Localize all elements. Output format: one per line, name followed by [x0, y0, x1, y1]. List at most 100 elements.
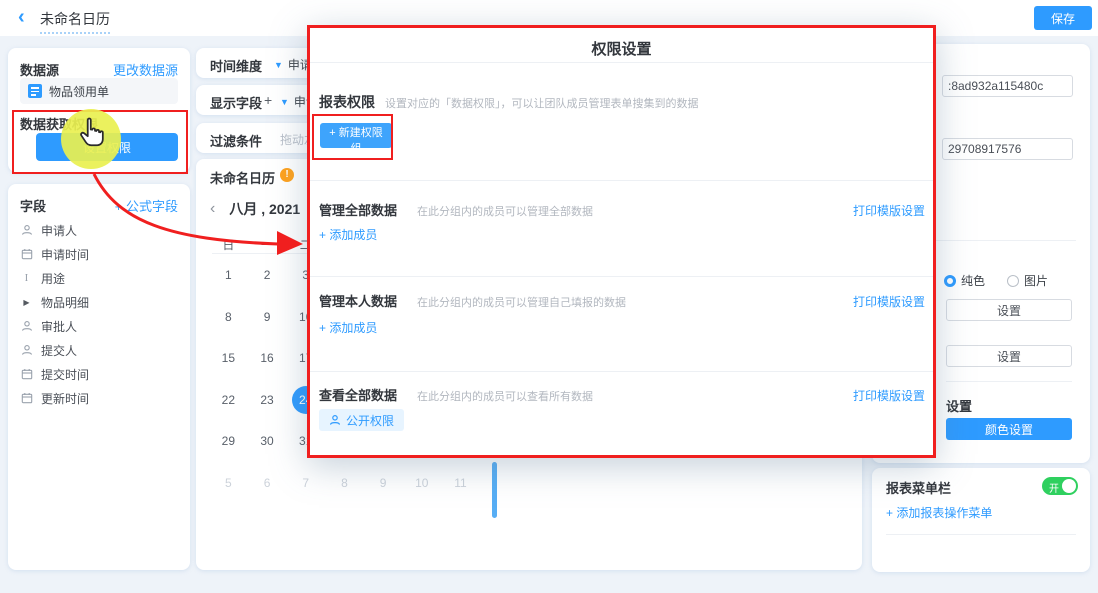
calendar-icon — [20, 248, 33, 260]
setting-button-1[interactable]: 设置 — [946, 299, 1072, 321]
field-item[interactable]: ▶ 物品明细 — [20, 290, 178, 314]
calendar-day-cell[interactable]: 22 — [209, 393, 248, 407]
field-label: 申请人 — [41, 222, 77, 239]
report-permission-title: 报表权限 — [319, 92, 375, 112]
radio-solid-label: 纯色 — [961, 272, 985, 289]
warning-icon: ! — [280, 168, 294, 182]
add-display-field-icon[interactable]: + — [264, 92, 272, 108]
field-label: 提交人 — [41, 342, 77, 359]
group-desc: 在此分组内的成员可以管理全部数据 — [417, 203, 593, 219]
datasource-item[interactable]: 物品领用单 — [20, 78, 178, 104]
calendar-icon — [20, 392, 33, 404]
change-datasource-link[interactable]: 更改数据源 — [113, 60, 178, 79]
user-icon — [20, 224, 33, 236]
field-label: 提交时间 — [41, 366, 89, 383]
calendar-day-cell[interactable]: 9 — [364, 476, 403, 490]
print-template-link[interactable]: 打印模版设置 — [853, 387, 925, 404]
field-label: 申请时间 — [41, 246, 89, 263]
radio-image-label: 图片 — [1024, 272, 1048, 289]
radio-solid-color[interactable]: 纯色 — [944, 272, 985, 289]
add-member-link[interactable]: + 添加成员 — [319, 226, 377, 243]
field-item[interactable]: 申请时间 — [20, 242, 178, 266]
display-fields-label: 显示字段 — [210, 93, 262, 112]
field-item[interactable]: 提交时间 — [20, 362, 178, 386]
field-item[interactable]: 审批人 — [20, 314, 178, 338]
print-template-link[interactable]: 打印模版设置 — [853, 202, 925, 219]
group-title: 管理本人数据 — [319, 291, 397, 310]
calendar-day-cell[interactable]: 11 — [441, 476, 480, 490]
id-field-2[interactable] — [942, 138, 1073, 160]
calendar-day-cell[interactable]: 29 — [209, 434, 248, 448]
radio-image[interactable]: 图片 — [1007, 272, 1048, 289]
subform-icon: ▶ — [20, 298, 33, 307]
report-menu-panel: 报表菜单栏 开 + 添加报表操作菜单 — [872, 468, 1090, 572]
field-item[interactable]: I用途 — [20, 266, 178, 290]
calendar-day-cell[interactable]: 2 — [248, 268, 287, 282]
add-report-menu-link[interactable]: + 添加报表操作菜单 — [886, 504, 992, 521]
group-title: 管理全部数据 — [319, 200, 397, 219]
calendar-day-cell[interactable]: 16 — [248, 351, 287, 365]
toggle-knob — [1062, 479, 1076, 493]
calendar-day-cell[interactable]: 5 — [209, 476, 248, 490]
field-list: 申请人申请时间 I用途 ▶ 物品明细审批人提交人提交时间更新时间 — [20, 218, 178, 410]
group-desc: 在此分组内的成员可以查看所有数据 — [417, 388, 593, 404]
toggle-on-label: 开 — [1049, 480, 1059, 495]
field-label: 更新时间 — [41, 390, 89, 407]
page-title[interactable]: 未命名日历 — [40, 9, 110, 34]
back-icon[interactable]: ‹ — [18, 6, 25, 29]
calendar-day-cell[interactable]: 8 — [209, 310, 248, 324]
chevron-down-icon: ▼ — [280, 97, 289, 107]
prev-month-icon[interactable]: ‹ — [210, 200, 215, 218]
group-desc: 在此分组内的成员可以管理自己填报的数据 — [417, 294, 626, 310]
permission-settings-modal: 权限设置 报表权限 设置对应的「数据权限」，可以让团队成员管理表单搜集到的数据 … — [307, 25, 936, 458]
save-button[interactable]: 保存 — [1034, 6, 1092, 30]
calendar-day-cell[interactable]: 6 — [248, 476, 287, 490]
scrollbar-thumb[interactable] — [492, 462, 497, 518]
calendar-day-cell[interactable]: 10 — [402, 476, 441, 490]
set-permission-button[interactable]: 设置权限 — [36, 133, 178, 161]
add-formula-field-link[interactable]: + 公式字段 — [115, 196, 178, 215]
public-permission-chip[interactable]: 公开权限 — [319, 409, 404, 431]
id-field-1[interactable] — [942, 75, 1073, 97]
calendar-day-cell[interactable]: 9 — [248, 310, 287, 324]
report-menu-title: 报表菜单栏 — [886, 478, 951, 497]
color-setting-button[interactable]: 颜色设置 — [946, 418, 1072, 440]
report-menu-toggle[interactable]: 开 — [1042, 477, 1078, 495]
weekday-label: 日 — [209, 236, 248, 253]
report-permission-desc: 设置对应的「数据权限」，可以让团队成员管理表单搜集到的数据 — [385, 95, 699, 111]
field-item[interactable]: 更新时间 — [20, 386, 178, 410]
user-icon — [20, 344, 33, 356]
calendar-icon — [20, 368, 33, 380]
weekday-label: 一 — [248, 236, 287, 253]
fields-title: 字段 — [20, 196, 46, 215]
modal-title: 权限设置 — [310, 38, 933, 59]
data-permission-title: 数据获取权限 — [20, 114, 98, 133]
field-item[interactable]: 申请人 — [20, 218, 178, 242]
background-type-radios: 纯色 图片 — [944, 272, 1048, 289]
fields-panel: 字段 + 公式字段 申请人申请时间 I用途 ▶ 物品明细审批人提交人提交时间更新时间 — [8, 184, 190, 570]
calendar-day-cell[interactable]: 8 — [325, 476, 364, 490]
calendar-title: 未命名日历 — [210, 168, 275, 187]
calendar-week-row: 567891011 — [209, 476, 480, 490]
calendar-day-cell[interactable]: 7 — [286, 476, 325, 490]
setting-section-label: 设置 — [946, 396, 972, 415]
chevron-down-icon: ▼ — [274, 60, 283, 70]
field-item[interactable]: 提交人 — [20, 338, 178, 362]
calendar-day-cell[interactable]: 15 — [209, 351, 248, 365]
text-icon: I — [20, 272, 33, 284]
calendar-day-cell[interactable]: 30 — [248, 434, 287, 448]
field-label: 物品明细 — [41, 294, 89, 311]
calendar-day-cell[interactable]: 1 — [209, 268, 248, 282]
page: ‹ 未命名日历 保存 数据源 更改数据源 物品领用单 数据获取权限 设置权限 字… — [0, 0, 1098, 593]
form-doc-icon — [28, 84, 42, 98]
setting-button-2[interactable]: 设置 — [946, 345, 1072, 367]
radio-unselected-icon — [1007, 275, 1019, 287]
print-template-link[interactable]: 打印模版设置 — [853, 293, 925, 310]
add-member-link[interactable]: + 添加成员 — [319, 319, 377, 336]
time-dimension-label: 时间维度 — [210, 56, 262, 75]
datasource-name: 物品领用单 — [49, 83, 109, 100]
public-permission-label: 公开权限 — [346, 412, 394, 429]
calendar-day-cell[interactable]: 23 — [248, 393, 287, 407]
field-label: 审批人 — [41, 318, 77, 335]
new-permission-group-button[interactable]: + 新建权限组 — [320, 123, 392, 148]
